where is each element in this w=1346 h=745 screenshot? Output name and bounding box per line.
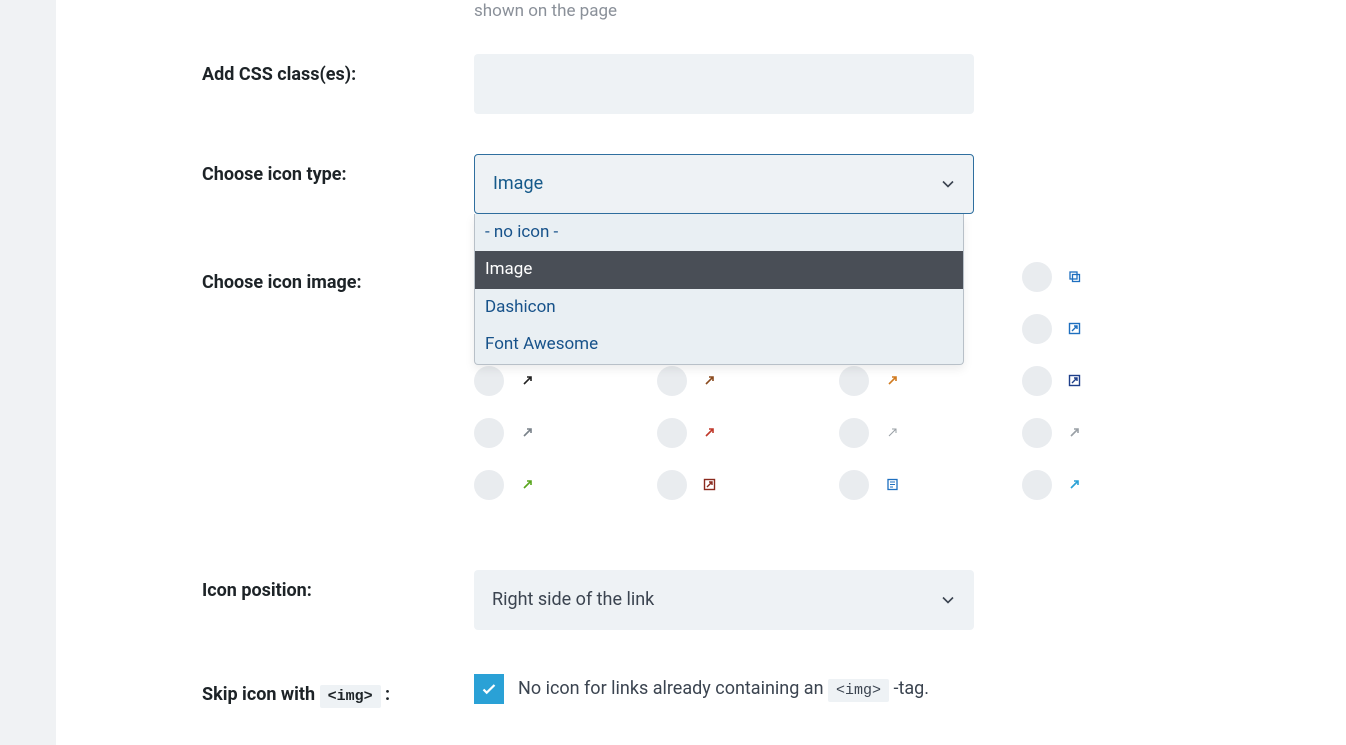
ext-link-arrow-green-icon xyxy=(520,478,534,492)
icon-image-option[interactable] xyxy=(1022,262,1095,292)
label-icon-type: Choose icon type: xyxy=(56,154,474,185)
icon-image-radio[interactable] xyxy=(1022,418,1052,448)
icon-position-select-wrap: Right side of the link xyxy=(474,570,974,630)
control-css-classes xyxy=(474,54,974,114)
icon-type-select-wrap: Image - no icon - Image Dashicon Font Aw… xyxy=(474,154,974,214)
icon-type-dropdown: - no icon - Image Dashicon Font Awesome xyxy=(474,214,964,365)
chevron-down-icon xyxy=(940,176,956,192)
icon-image-radio[interactable] xyxy=(1022,262,1052,292)
icon-image-radio[interactable] xyxy=(657,366,687,396)
row-css-classes: Add CSS class(es): xyxy=(56,24,1346,114)
ext-link-arrow-sky-icon xyxy=(1068,478,1082,492)
row-icon-position: Icon position: Right side of the link xyxy=(56,500,1346,630)
skip-img-text-pre: No icon for links already containing an xyxy=(518,678,828,699)
ext-link-arrow-gray-icon xyxy=(520,426,534,440)
skip-img-checkbox-row: No icon for links already containing an … xyxy=(474,674,1174,704)
helper-text-tail: shown on the page xyxy=(474,0,1346,24)
icon-image-radio[interactable] xyxy=(839,418,869,448)
icon-image-radio[interactable] xyxy=(657,470,687,500)
icon-image-option[interactable] xyxy=(657,470,730,500)
icon-image-option[interactable] xyxy=(474,366,547,396)
icon-type-select[interactable]: Image xyxy=(474,154,974,214)
chevron-down-icon xyxy=(940,592,956,608)
icon-image-option[interactable] xyxy=(839,418,912,448)
ext-link-box-blue-icon xyxy=(1068,322,1082,336)
icon-image-option[interactable] xyxy=(1022,470,1095,500)
label-icon-position: Icon position: xyxy=(56,570,474,601)
main-content: shown on the page Add CSS class(es): Cho… xyxy=(56,0,1346,745)
icon-type-selected-value: Image xyxy=(493,173,543,194)
label-skip-img-prefix: Skip icon with xyxy=(202,684,320,705)
label-icon-image: Choose icon image: xyxy=(56,262,474,293)
control-icon-position: Right side of the link xyxy=(474,570,974,630)
icon-image-radio[interactable] xyxy=(1022,470,1052,500)
control-icon-type: Image - no icon - Image Dashicon Font Aw… xyxy=(474,154,974,214)
skip-img-checkbox-label: No icon for links already containing an … xyxy=(518,678,929,699)
row-icon-type: Choose icon type: Image - no icon - Imag… xyxy=(56,114,1346,214)
icon-type-option-no-icon[interactable]: - no icon - xyxy=(475,214,963,252)
icon-image-radio[interactable] xyxy=(1022,366,1052,396)
check-icon xyxy=(480,680,498,698)
icon-image-option[interactable] xyxy=(657,418,730,448)
icon-type-option-image[interactable]: Image xyxy=(475,251,963,289)
icon-image-radio[interactable] xyxy=(474,470,504,500)
label-skip-img-code: <img> xyxy=(320,685,381,708)
label-css-classes: Add CSS class(es): xyxy=(56,54,474,85)
icon-type-option-dashicon[interactable]: Dashicon xyxy=(475,289,963,327)
ext-link-arrow-red-icon xyxy=(703,426,717,440)
icon-image-option[interactable] xyxy=(657,366,730,396)
icon-image-option[interactable] xyxy=(839,366,912,396)
css-classes-input[interactable] xyxy=(474,54,974,114)
icon-image-option[interactable] xyxy=(474,470,547,500)
skip-img-checkbox[interactable] xyxy=(474,674,504,704)
control-skip-img: No icon for links already containing an … xyxy=(474,674,1174,704)
icon-image-radio[interactable] xyxy=(657,418,687,448)
label-skip-img-suffix: : xyxy=(381,684,391,705)
row-skip-img: Skip icon with <img> : No icon for links… xyxy=(56,630,1346,705)
icon-image-radio[interactable] xyxy=(474,366,504,396)
icon-position-selected-value: Right side of the link xyxy=(492,589,654,610)
label-skip-img: Skip icon with <img> : xyxy=(56,674,474,705)
icon-image-option[interactable] xyxy=(1022,314,1095,344)
icon-image-option[interactable] xyxy=(1022,418,1095,448)
ext-link-arrow-gray2-icon xyxy=(1068,426,1082,440)
ext-link-arrow-brown-icon xyxy=(703,374,717,388)
ext-link-arrow-outline-gray-icon xyxy=(885,426,899,440)
ext-link-arrow-redbox-icon xyxy=(703,478,717,492)
icon-type-option-font-awesome[interactable]: Font Awesome xyxy=(475,326,963,364)
skip-img-text-post: -tag. xyxy=(889,678,929,699)
ext-link-doc-blue-icon xyxy=(885,478,899,492)
skip-img-text-code: <img> xyxy=(828,679,889,702)
icon-image-option[interactable] xyxy=(474,418,547,448)
icon-image-option[interactable] xyxy=(839,470,912,500)
ext-link-copy-blue2-icon xyxy=(1068,270,1082,284)
ext-link-arrow-orange-icon xyxy=(885,374,899,388)
icon-image-option[interactable] xyxy=(1022,366,1095,396)
left-margin-stub xyxy=(0,0,56,717)
ext-link-arrow-black-icon xyxy=(520,374,534,388)
icon-image-radio[interactable] xyxy=(474,418,504,448)
icon-position-select[interactable]: Right side of the link xyxy=(474,570,974,630)
icon-image-radio[interactable] xyxy=(1022,314,1052,344)
ext-link-box-navy-icon xyxy=(1068,374,1082,388)
icon-image-radio[interactable] xyxy=(839,366,869,396)
icon-image-radio[interactable] xyxy=(839,470,869,500)
